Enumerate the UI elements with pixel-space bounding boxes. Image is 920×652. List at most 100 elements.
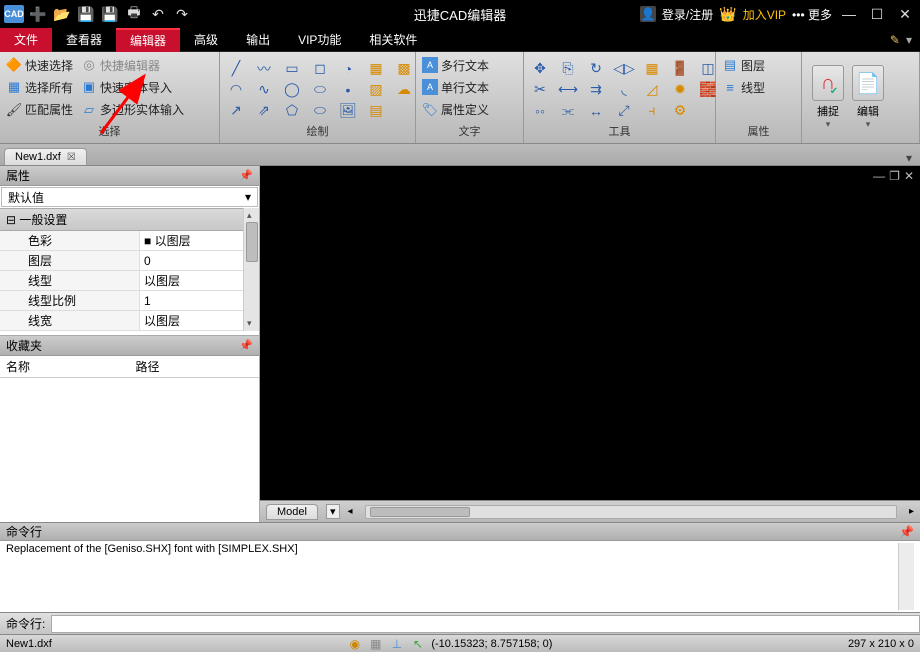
pin-icon[interactable]: 📌	[899, 525, 914, 539]
mirror-tool-icon[interactable]: ◁▷	[614, 59, 634, 79]
break-tool-icon[interactable]: ◦◦	[530, 101, 550, 121]
layout-dropdown-icon[interactable]: ▾	[326, 504, 340, 519]
file-tab[interactable]: New1.dxf ☒	[4, 148, 87, 165]
offset-tool-icon[interactable]: ⇉	[586, 80, 606, 100]
wall-tool-icon[interactable]: 🧱	[698, 80, 718, 100]
hatch-tool-icon[interactable]: ▦	[366, 59, 386, 79]
doc-close-icon[interactable]: ✕	[904, 169, 914, 183]
favorites-col-path[interactable]: 路径	[130, 358, 260, 375]
layers-button[interactable]: ▤图层	[722, 57, 795, 74]
pencil-edit-icon[interactable]: ✎	[890, 33, 900, 47]
close-button[interactable]: ✕	[894, 4, 916, 24]
extend-tool-icon[interactable]: ⟷	[558, 80, 578, 100]
explode-tool-icon[interactable]: ✹	[670, 80, 690, 100]
maximize-button[interactable]: ☐	[866, 4, 888, 24]
command-history-scrollbar[interactable]	[898, 543, 914, 610]
tab-related[interactable]: 相关软件	[355, 28, 431, 52]
image-tool-icon[interactable]: 🖼	[338, 101, 358, 121]
single-text-button[interactable]: A单行文本	[422, 79, 517, 96]
rect-dotted-tool-icon[interactable]: ◻	[310, 59, 330, 79]
window-tool-icon[interactable]: ◫	[698, 59, 718, 79]
table-tool-icon[interactable]: ▤	[366, 101, 386, 121]
prop-val-layer[interactable]: 0	[140, 251, 243, 270]
save-as-icon[interactable]: 💾	[100, 4, 120, 24]
horizontal-scrollbar[interactable]	[365, 505, 897, 519]
attr-def-button[interactable]: 🏷属性定义	[422, 101, 517, 118]
fillet-tool-icon[interactable]: ◟	[614, 80, 634, 100]
join-tool-icon[interactable]: ⫘	[558, 101, 578, 121]
quick-select-button[interactable]: 🔶快速选择	[6, 57, 73, 74]
setting-tool-icon[interactable]: ⚙	[670, 101, 690, 121]
app-icon[interactable]: CAD	[4, 5, 24, 23]
move-tool-icon[interactable]: ✥	[530, 59, 550, 79]
cloud-tool-icon[interactable]: ☁	[394, 80, 414, 100]
scale-tool-icon[interactable]: ⤢	[614, 101, 634, 121]
hscroll-right-icon[interactable]: ▸	[909, 506, 914, 517]
tab-file[interactable]: 文件	[0, 28, 52, 52]
circle-sector-tool-icon[interactable]: ◔	[338, 59, 358, 79]
print-icon[interactable]: 🖶	[124, 4, 144, 24]
status-circle-icon[interactable]: ◉	[347, 636, 362, 651]
status-ortho-icon[interactable]: ⊥	[389, 636, 404, 651]
edit-button[interactable]: 📄 编辑 ▾	[848, 65, 888, 130]
filetab-dropdown-icon[interactable]: ▾	[906, 151, 912, 165]
tab-viewer[interactable]: 查看器	[52, 28, 116, 52]
polygon-entity-input-button[interactable]: ▱多边形实体输入	[81, 101, 184, 118]
open-file-icon[interactable]: 📂	[52, 4, 72, 24]
align-tool-icon[interactable]: ⫞	[642, 101, 662, 121]
point-tool-icon[interactable]: •	[338, 80, 358, 100]
drawing-canvas[interactable]: — ❐ ✕ Model ▾ ◂ ▸	[260, 166, 920, 522]
properties-scrollbar[interactable]	[243, 208, 259, 331]
rectangle-tool-icon[interactable]: ▭	[282, 59, 302, 79]
xline-tool-icon[interactable]: ⇗	[254, 101, 274, 121]
array-tool-icon[interactable]: ▦	[642, 59, 662, 79]
properties-dropdown[interactable]: 默认值 ▾	[1, 187, 258, 207]
tab-advanced[interactable]: 高级	[180, 28, 232, 52]
model-tab[interactable]: Model	[266, 504, 318, 520]
match-props-button[interactable]: 🖌匹配属性	[6, 101, 73, 118]
hscroll-left-icon[interactable]: ◂	[348, 506, 353, 517]
stretch-tool-icon[interactable]: ↔	[586, 101, 606, 121]
multiline-text-button[interactable]: A多行文本	[422, 57, 517, 74]
osnap-button[interactable]: ∩✔ 捕捉 ▾	[808, 65, 848, 130]
prop-val-ltscale[interactable]: 1	[140, 291, 243, 310]
copy-tool-icon[interactable]: ⎘	[558, 59, 578, 79]
linetype-button[interactable]: ≡线型	[722, 79, 795, 96]
command-input[interactable]	[51, 615, 920, 633]
ellipse-tool-icon[interactable]: ⬭	[310, 80, 330, 100]
more-menu[interactable]: ••• 更多	[792, 6, 832, 23]
minimize-button[interactable]: —	[838, 4, 860, 24]
circle-tool-icon[interactable]: ◯	[282, 80, 302, 100]
dashed-ellipse-tool-icon[interactable]: ⬭	[310, 101, 330, 121]
prop-val-linetype[interactable]: 以图层	[140, 271, 243, 290]
door-tool-icon[interactable]: 🚪	[670, 59, 690, 79]
tab-vip[interactable]: VIP功能	[284, 28, 355, 52]
chamfer-tool-icon[interactable]: ◿	[642, 80, 662, 100]
tab-editor[interactable]: 编辑器	[116, 28, 180, 52]
arc-tool-icon[interactable]: ◠	[226, 80, 246, 100]
spline-tool-icon[interactable]: ∿	[254, 80, 274, 100]
line-tool-icon[interactable]: ╱	[226, 59, 246, 79]
status-polar-icon[interactable]: ↖	[410, 636, 425, 651]
select-all-button[interactable]: ▦选择所有	[6, 79, 73, 96]
region-tool-icon[interactable]: ▨	[366, 80, 386, 100]
favorites-col-name[interactable]: 名称	[0, 358, 130, 375]
pin-icon[interactable]: 📌	[239, 339, 253, 352]
login-link[interactable]: 登录/注册	[662, 6, 713, 23]
rotate-tool-icon[interactable]: ↻	[586, 59, 606, 79]
quick-entity-import-button[interactable]: ▣快速实体导入	[81, 79, 172, 96]
prop-val-lineweight[interactable]: 以图层	[140, 311, 243, 330]
file-tab-close-icon[interactable]: ☒	[67, 152, 76, 163]
redo-icon[interactable]: ↷	[172, 4, 192, 24]
user-icon[interactable]: 👤	[640, 6, 656, 22]
doc-minimize-icon[interactable]: —	[873, 169, 885, 183]
pin-icon[interactable]: 📌	[239, 169, 253, 182]
ray-tool-icon[interactable]: ↗	[226, 101, 246, 121]
doc-restore-icon[interactable]: ❐	[889, 169, 900, 183]
undo-icon[interactable]: ↶	[148, 4, 168, 24]
properties-section-general[interactable]: ⊟ 一般设置	[0, 208, 243, 231]
hatch2-tool-icon[interactable]: ▩	[394, 59, 414, 79]
status-grid-icon[interactable]: ▦	[368, 636, 383, 651]
trim-tool-icon[interactable]: ✂	[530, 80, 550, 100]
tab-output[interactable]: 输出	[232, 28, 284, 52]
